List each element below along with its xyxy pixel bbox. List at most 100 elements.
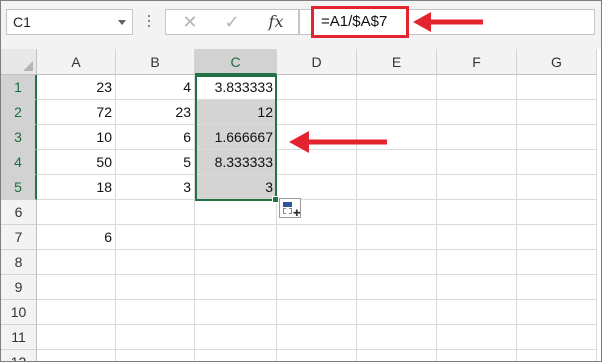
row-header-9[interactable]: 9 bbox=[1, 275, 37, 300]
cell-f5[interactable] bbox=[437, 175, 517, 200]
cell-e9[interactable] bbox=[357, 275, 437, 300]
cell-b6[interactable] bbox=[116, 200, 195, 225]
cell-f9[interactable] bbox=[437, 275, 517, 300]
formula-text[interactable]: =A1/$A$7 bbox=[311, 6, 409, 38]
cell-a4[interactable]: 50 bbox=[37, 150, 116, 175]
select-all-button[interactable] bbox=[1, 49, 37, 75]
drag-handle-icon[interactable] bbox=[148, 15, 151, 30]
auto-fill-options-icon[interactable]: ✚ bbox=[279, 198, 301, 218]
cell-d5[interactable] bbox=[277, 175, 357, 200]
cell-e12[interactable] bbox=[357, 350, 437, 361]
cell-c2[interactable]: 12 bbox=[195, 100, 277, 125]
cell-c9[interactable] bbox=[195, 275, 277, 300]
cell-c12[interactable] bbox=[195, 350, 277, 361]
cell-g12[interactable] bbox=[517, 350, 597, 361]
row-header-2[interactable]: 2 bbox=[1, 100, 37, 125]
row-header-5[interactable]: 5 bbox=[1, 175, 37, 200]
column-header-g[interactable]: G bbox=[517, 49, 597, 75]
cancel-icon[interactable]: ✕ bbox=[170, 10, 210, 34]
cell-g8[interactable] bbox=[517, 250, 597, 275]
cell-a9[interactable] bbox=[37, 275, 116, 300]
column-header-f[interactable]: F bbox=[437, 49, 517, 75]
cell-a8[interactable] bbox=[37, 250, 116, 275]
column-header-b[interactable]: B bbox=[116, 49, 195, 75]
cell-b12[interactable] bbox=[116, 350, 195, 361]
cell-e5[interactable] bbox=[357, 175, 437, 200]
column-header-e[interactable]: E bbox=[357, 49, 437, 75]
cell-a3[interactable]: 10 bbox=[37, 125, 116, 150]
cell-d1[interactable] bbox=[277, 75, 357, 100]
cell-a6[interactable] bbox=[37, 200, 116, 225]
cell-c8[interactable] bbox=[195, 250, 277, 275]
column-header-d[interactable]: D bbox=[277, 49, 357, 75]
cell-b11[interactable] bbox=[116, 325, 195, 350]
cell-d8[interactable] bbox=[277, 250, 357, 275]
cell-f7[interactable] bbox=[437, 225, 517, 250]
cell-b4[interactable]: 5 bbox=[116, 150, 195, 175]
cell-b9[interactable] bbox=[116, 275, 195, 300]
cell-b5[interactable]: 3 bbox=[116, 175, 195, 200]
cell-f8[interactable] bbox=[437, 250, 517, 275]
cell-f2[interactable] bbox=[437, 100, 517, 125]
cell-d7[interactable] bbox=[277, 225, 357, 250]
cell-f3[interactable] bbox=[437, 125, 517, 150]
cell-a11[interactable] bbox=[37, 325, 116, 350]
column-header-c[interactable]: C bbox=[195, 49, 277, 75]
cell-c5[interactable]: 3 bbox=[195, 175, 277, 200]
name-box[interactable]: C1 bbox=[6, 9, 133, 35]
cell-c11[interactable] bbox=[195, 325, 277, 350]
cell-f12[interactable] bbox=[437, 350, 517, 361]
cell-e2[interactable] bbox=[357, 100, 437, 125]
cell-a7[interactable]: 6 bbox=[37, 225, 116, 250]
row-header-12[interactable]: 12 bbox=[1, 350, 37, 361]
cell-c3[interactable]: 1.666667 bbox=[195, 125, 277, 150]
cell-a2[interactable]: 72 bbox=[37, 100, 116, 125]
insert-function-icon[interactable]: fx bbox=[256, 10, 296, 34]
cell-d9[interactable] bbox=[277, 275, 357, 300]
cell-a5[interactable]: 18 bbox=[37, 175, 116, 200]
cell-a1[interactable]: 23 bbox=[37, 75, 116, 100]
cell-g11[interactable] bbox=[517, 325, 597, 350]
cell-b8[interactable] bbox=[116, 250, 195, 275]
cell-d12[interactable] bbox=[277, 350, 357, 361]
enter-icon[interactable]: ✓ bbox=[212, 10, 252, 34]
cell-g3[interactable] bbox=[517, 125, 597, 150]
chevron-down-icon[interactable] bbox=[118, 20, 126, 25]
column-header-a[interactable]: A bbox=[37, 49, 116, 75]
cell-g1[interactable] bbox=[517, 75, 597, 100]
cell-g9[interactable] bbox=[517, 275, 597, 300]
cell-f4[interactable] bbox=[437, 150, 517, 175]
cell-c6[interactable] bbox=[195, 200, 277, 225]
row-header-7[interactable]: 7 bbox=[1, 225, 37, 250]
cell-e8[interactable] bbox=[357, 250, 437, 275]
cell-d11[interactable] bbox=[277, 325, 357, 350]
cell-e6[interactable] bbox=[357, 200, 437, 225]
cell-b7[interactable] bbox=[116, 225, 195, 250]
cell-f10[interactable] bbox=[437, 300, 517, 325]
cell-e11[interactable] bbox=[357, 325, 437, 350]
cell-g6[interactable] bbox=[517, 200, 597, 225]
row-header-8[interactable]: 8 bbox=[1, 250, 37, 275]
cell-a10[interactable] bbox=[37, 300, 116, 325]
cell-a12[interactable] bbox=[37, 350, 116, 361]
cell-c4[interactable]: 8.333333 bbox=[195, 150, 277, 175]
cell-f11[interactable] bbox=[437, 325, 517, 350]
cell-g2[interactable] bbox=[517, 100, 597, 125]
cell-c10[interactable] bbox=[195, 300, 277, 325]
cell-b1[interactable]: 4 bbox=[116, 75, 195, 100]
row-header-3[interactable]: 3 bbox=[1, 125, 37, 150]
cell-g4[interactable] bbox=[517, 150, 597, 175]
cell-g7[interactable] bbox=[517, 225, 597, 250]
cell-c1[interactable]: 3.833333 bbox=[195, 75, 277, 100]
cell-b10[interactable] bbox=[116, 300, 195, 325]
cell-e7[interactable] bbox=[357, 225, 437, 250]
cell-e10[interactable] bbox=[357, 300, 437, 325]
row-header-4[interactable]: 4 bbox=[1, 150, 37, 175]
cell-b3[interactable]: 6 bbox=[116, 125, 195, 150]
cell-d10[interactable] bbox=[277, 300, 357, 325]
cell-f6[interactable] bbox=[437, 200, 517, 225]
row-header-11[interactable]: 11 bbox=[1, 325, 37, 350]
cell-g10[interactable] bbox=[517, 300, 597, 325]
cell-b2[interactable]: 23 bbox=[116, 100, 195, 125]
cell-c7[interactable] bbox=[195, 225, 277, 250]
